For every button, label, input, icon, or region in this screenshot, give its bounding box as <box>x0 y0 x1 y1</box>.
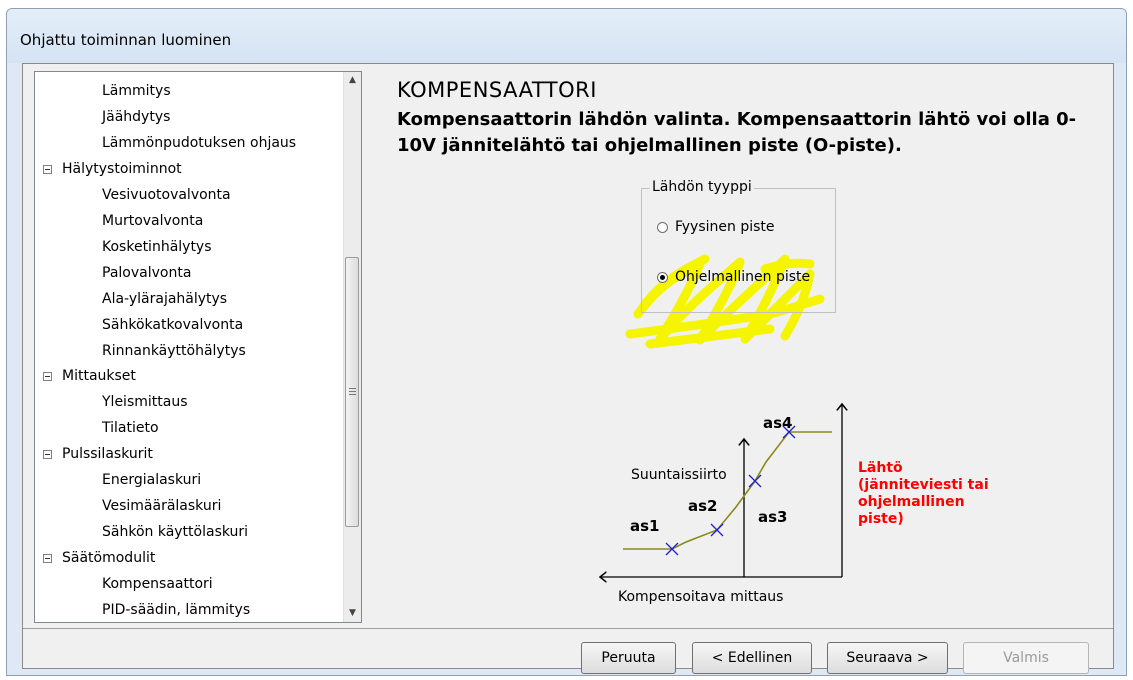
page-description: Kompensaattorin lähdön valinta. Kompensa… <box>397 109 1077 156</box>
point-label-as2: as2 <box>688 497 718 515</box>
collapse-icon[interactable] <box>43 554 52 564</box>
radio-physical-point-label: Fyysinen piste <box>675 219 775 235</box>
back-button[interactable]: < Edellinen <box>692 642 812 674</box>
scroll-thumb[interactable] <box>345 257 359 527</box>
tree-item[interactable]: PID-säädin, lämmitys <box>102 597 250 622</box>
tree-category[interactable]: Mittaukset <box>62 363 136 389</box>
tree-item[interactable]: Lämmitys <box>102 78 171 104</box>
output-label-line-2: (jänniteviesti tai <box>858 477 988 493</box>
next-button[interactable]: Seuraava > <box>827 642 948 674</box>
wizard-window: Ohjattu toiminnan luominen Lämmitys Jäähd… <box>6 8 1127 676</box>
collapse-icon[interactable] <box>43 164 52 174</box>
tree-item[interactable]: Murtovalvonta <box>102 208 203 234</box>
tree-item[interactable]: Lämmönpudotuksen ohjaus <box>102 130 296 156</box>
button-separator <box>23 628 1113 629</box>
tree-item[interactable]: Vesivuotovalvonta <box>102 182 231 208</box>
point-label-as4: as4 <box>763 414 793 432</box>
tree-item[interactable]: Yleismittaus <box>102 389 188 415</box>
as3-marker-icon <box>748 474 762 488</box>
tree-item[interactable]: Palovalvonta <box>102 260 191 286</box>
window-title: Ohjattu toiminnan luominen <box>20 31 232 49</box>
point-label-as1: as1 <box>630 517 660 535</box>
radio-software-point-label: Ohjelmallinen piste <box>675 269 811 285</box>
compensation-diagram: as1 as2 as3 as4 Suuntaissiirto Kompensoi… <box>588 394 988 605</box>
collapse-icon[interactable] <box>43 372 52 382</box>
tree-category[interactable]: Hälytystoiminnot <box>62 156 182 182</box>
collapse-icon[interactable] <box>43 450 52 460</box>
input-label: Kompensoitava mittaus <box>618 589 783 605</box>
point-label-as3: as3 <box>758 508 788 526</box>
tree-item[interactable]: Tilatieto <box>102 415 159 441</box>
shift-label: Suuntaissiirto <box>631 467 727 483</box>
tree-item[interactable]: Kosketinhälytys <box>102 234 212 260</box>
title-bar: Ohjattu toiminnan luominen <box>7 9 1126 63</box>
output-label-line-1: Lähtö <box>858 460 903 476</box>
output-label-line-4: piste) <box>858 511 904 527</box>
tree-category[interactable]: Säätömodulit <box>62 545 155 571</box>
tree-item[interactable]: Energialaskuri <box>102 467 201 493</box>
radio-software-point[interactable]: Ohjelmallinen piste <box>657 269 810 285</box>
tree-category[interactable]: Pulssilaskurit <box>62 441 153 467</box>
output-type-group: Lähdön tyyppi Fyysinen piste Ohjelmallin… <box>641 179 836 313</box>
function-tree[interactable]: Lämmitys Jäähdytys Lämmönpudotuksen ohjaus… <box>34 71 362 623</box>
radio-physical-point[interactable]: Fyysinen piste <box>657 219 775 235</box>
radio-selected-icon <box>657 271 668 283</box>
output-label-line-3: ohjelmallinen <box>858 494 965 510</box>
wizard-client-area: Lämmitys Jäähdytys Lämmönpudotuksen ohjaus… <box>22 63 1114 674</box>
tree-item[interactable]: Rinnankäyttöhälytys <box>102 338 246 364</box>
tree-scrollbar[interactable]: ▲ ▼ <box>343 72 361 622</box>
scroll-down-arrow-icon[interactable]: ▼ <box>344 605 361 622</box>
scroll-up-arrow-icon[interactable]: ▲ <box>344 72 361 89</box>
tree-item[interactable]: Kompensaattori <box>102 571 213 597</box>
tree-item[interactable]: Ala-ylärajahälytys <box>102 286 227 312</box>
page-title: KOMPENSAATTORI <box>397 78 597 102</box>
as2-marker-icon <box>710 523 724 537</box>
tree-item[interactable]: Sähkön käyttölaskuri <box>102 519 248 545</box>
output-type-label: Lähdön tyyppi <box>650 179 754 195</box>
tree-item[interactable]: Vesimäärälaskuri <box>102 493 221 519</box>
finish-button[interactable]: Valmis <box>963 642 1089 674</box>
tree-item[interactable]: Jäähdytys <box>102 104 170 130</box>
cancel-button[interactable]: Peruuta <box>581 642 676 674</box>
radio-circle-icon <box>657 221 668 233</box>
tree-item[interactable]: Sähkökatkovalvonta <box>102 312 243 338</box>
